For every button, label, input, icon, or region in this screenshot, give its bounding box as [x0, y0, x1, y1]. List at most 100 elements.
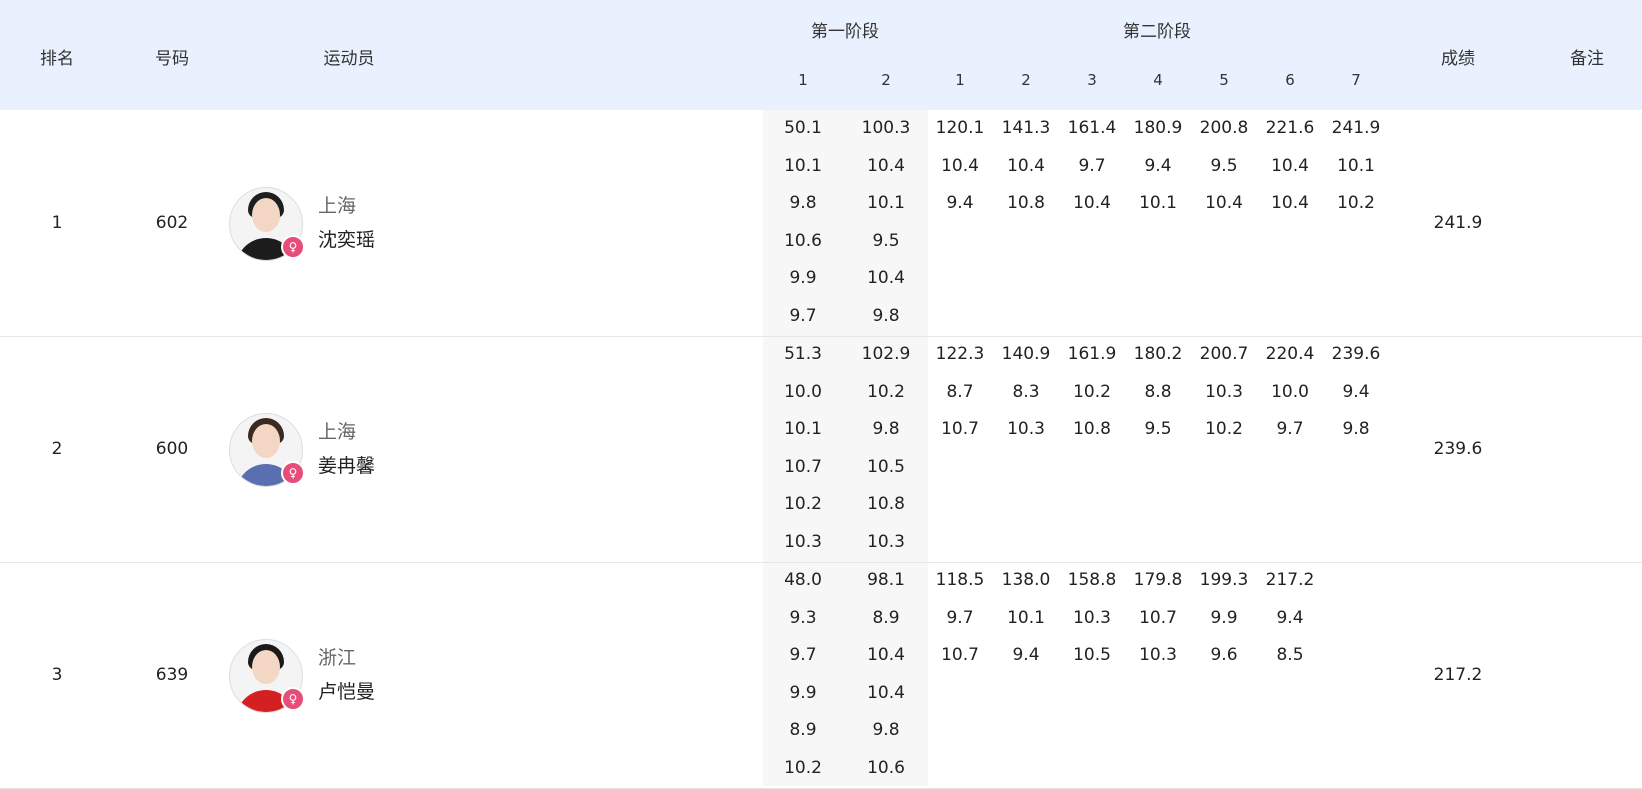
stage2-score: 9.4	[946, 193, 974, 214]
stage2-score: 10.3	[1073, 607, 1111, 628]
number-cell: 600	[155, 439, 189, 459]
stage2-score: 9.7	[946, 607, 974, 628]
stage2-score: 10.2	[1205, 419, 1243, 440]
stage1-sub-2: 2	[881, 71, 891, 89]
stage1-score: 48.0	[784, 570, 822, 590]
stage2-score: 10.3	[1205, 381, 1243, 402]
female-icon: ♀	[281, 687, 305, 711]
stage1-score: 10.7	[784, 456, 822, 477]
stage2-score: 9.4	[1276, 607, 1304, 628]
stage1-score: 9.3	[789, 607, 817, 628]
stage1-score: 10.3	[784, 532, 822, 552]
stage1-score: 10.1	[784, 419, 822, 440]
rank-cell: 2	[51, 439, 63, 459]
stage2-score: 9.6	[1210, 645, 1238, 666]
avatar-face	[252, 650, 280, 684]
stage2-score: 9.8	[1342, 419, 1370, 440]
stage2-sub-4: 4	[1153, 71, 1163, 89]
stage1-score: 10.4	[867, 682, 905, 703]
stage2-score: 10.4	[1205, 193, 1243, 214]
stage1-score: 10.4	[867, 645, 905, 666]
stage2-score: 10.1	[1007, 607, 1045, 628]
stage2-score: 200.8	[1199, 118, 1249, 138]
rank-cell: 1	[51, 213, 63, 233]
stage2-score: 220.4	[1265, 344, 1315, 364]
stage2-score: 199.3	[1199, 570, 1249, 590]
stage2-score: 120.1	[935, 118, 985, 138]
stage2-score: 9.5	[1144, 419, 1172, 440]
athlete-name[interactable]: 沈奕瑶	[318, 225, 375, 252]
col-number: 号码	[155, 49, 189, 69]
stage2-score: 8.3	[1012, 381, 1040, 402]
stage1-score: 100.3	[861, 118, 911, 138]
stage1-score: 9.8	[872, 720, 900, 741]
number-cell: 602	[155, 213, 189, 233]
number-cell: 639	[155, 665, 189, 685]
stage2-sub-6: 6	[1285, 71, 1295, 89]
stage2-score: 9.5	[1210, 155, 1238, 176]
stage1-score: 50.1	[784, 118, 822, 138]
stage1-score: 10.1	[784, 155, 822, 176]
stage2-score: 9.7	[1276, 419, 1304, 440]
stage1-score: 10.6	[784, 230, 822, 251]
col-athlete: 运动员	[323, 49, 375, 69]
stage2-score: 8.7	[946, 381, 974, 402]
stage2-score: 10.2	[1337, 193, 1375, 214]
athlete-name[interactable]: 姜冉馨	[318, 451, 375, 478]
stage2-sub-2: 2	[1021, 71, 1031, 89]
athlete-team: 上海	[318, 195, 357, 217]
col-result: 成绩	[1441, 49, 1475, 69]
stage2-score: 180.9	[1133, 118, 1183, 138]
athlete-name[interactable]: 卢恺曼	[318, 677, 375, 704]
stage1-score: 9.8	[872, 306, 900, 326]
stage2-score: 10.4	[1073, 193, 1111, 214]
stage2-score: 179.8	[1133, 570, 1183, 590]
stage2-sub-5: 5	[1219, 71, 1229, 89]
female-icon: ♀	[281, 461, 305, 485]
stage1-score: 10.3	[867, 532, 905, 552]
table-row[interactable]: 2 600 239.6 ♀ 上海 姜冉馨 51.3 10.0 10.1 10.7 10.2 10.3 1…	[0, 336, 1642, 563]
stage1-score: 9.9	[789, 682, 817, 703]
stage2-score: 158.8	[1067, 570, 1117, 590]
stage1-score: 10.2	[867, 381, 905, 402]
stage1-score: 8.9	[872, 607, 900, 628]
rank-cell: 3	[51, 665, 63, 685]
athlete-team: 浙江	[318, 647, 357, 669]
table-row[interactable]: 1 602 241.9 ♀ 上海沈奕瑶 50.1 10.1 9.8 10.6 9.9 9.7 100.…	[0, 110, 1642, 337]
stage2-sub-7: 7	[1351, 71, 1361, 89]
stage2-score: 10.3	[1139, 645, 1177, 666]
stage2-score: 9.7	[1078, 155, 1106, 176]
col-remark: 备注	[1570, 49, 1604, 69]
stage2-score: 10.0	[1271, 381, 1309, 402]
stage2-score: 161.9	[1067, 344, 1117, 364]
stage2-score: 122.3	[935, 344, 985, 364]
stage1-score: 98.1	[867, 570, 905, 590]
stage2-score: 9.4	[1342, 381, 1370, 402]
stage1-score: 9.9	[789, 268, 817, 289]
stage2-score: 217.2	[1265, 570, 1315, 590]
stage1-score: 51.3	[784, 344, 822, 364]
stage2-score: 118.5	[935, 570, 985, 590]
stage2-score: 10.4	[941, 155, 979, 176]
stage2-score: 180.2	[1133, 344, 1183, 364]
stage2-score: 9.4	[1144, 155, 1172, 176]
table-row[interactable]: 3 639 217.2 ♀ 浙江 卢恺曼 48.0 9.3 9.7 9.9 8.9 10.2 98.1 8…	[0, 562, 1642, 789]
avatar-face	[252, 424, 280, 458]
avatar-face	[252, 198, 280, 232]
stage2-score: 10.1	[1139, 193, 1177, 214]
stage2-score: 8.5	[1276, 645, 1304, 666]
stage2-score: 10.8	[1073, 419, 1111, 440]
stage2-score: 9.4	[1012, 645, 1040, 666]
stage1-score: 9.5	[872, 230, 900, 251]
female-icon: ♀	[281, 235, 305, 259]
stage1-score: 10.1	[867, 193, 905, 214]
stage2-score: 161.4	[1067, 118, 1117, 138]
stage2-score: 138.0	[1001, 570, 1051, 590]
table-header: 排名 号码 运动员 第一阶段 第二阶段 成绩 备注 1 2 1 2 3 4 5 …	[0, 0, 1642, 110]
stage2-score: 10.7	[941, 419, 979, 440]
result-cell: 241.9	[1433, 213, 1483, 233]
stage2-sub-3: 3	[1087, 71, 1097, 89]
stage1-sub-1: 1	[798, 71, 808, 89]
stage2-score: 221.6	[1265, 118, 1315, 138]
stage1-score: 10.5	[867, 456, 905, 477]
